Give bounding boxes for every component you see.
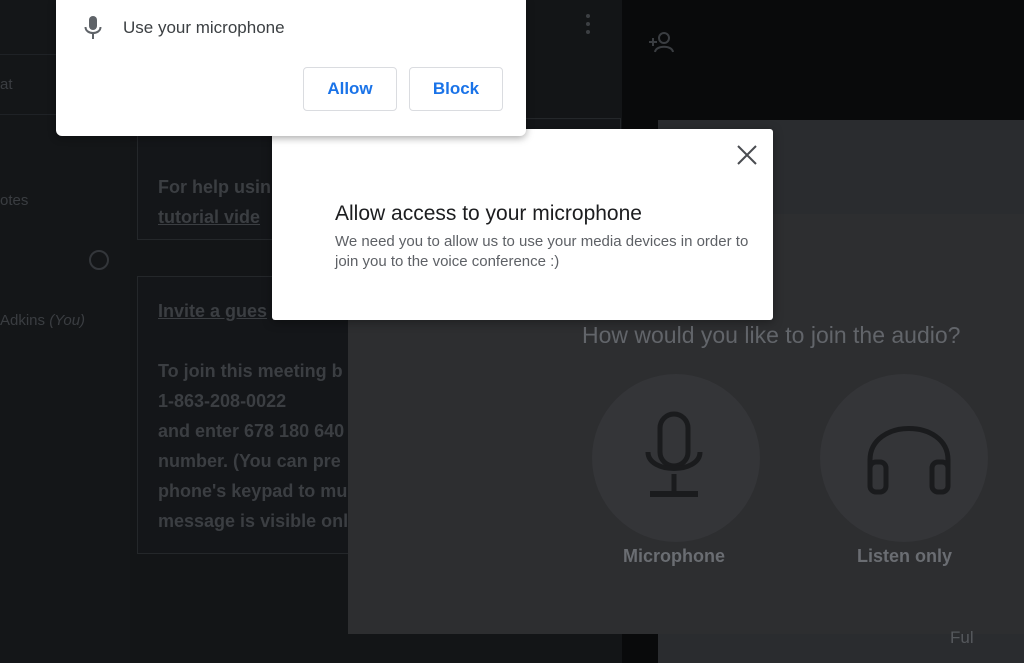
user-name: Adkins	[0, 312, 46, 329]
join-audio-title: How would you like to join the audio?	[582, 322, 961, 348]
listen-only-option-label[interactable]: Listen only	[857, 546, 952, 567]
chat-nav-item[interactable]: at	[0, 76, 13, 93]
welcome-line: For help usin	[158, 177, 272, 197]
microphone-permission-modal: Allow access to your microphone We need …	[272, 129, 773, 320]
allow-button[interactable]: Allow	[303, 67, 397, 111]
notes-nav-item[interactable]: otes	[0, 192, 28, 209]
invite-line: message is visible onl	[158, 511, 349, 531]
invite-line: phone's keypad to mu	[158, 481, 348, 501]
user-you-tag: (You)	[49, 312, 86, 329]
fullscreen-hint-text: Ful	[950, 628, 974, 647]
invite-line: To join this meeting b	[158, 361, 343, 381]
microphone-icon	[645, 411, 703, 497]
permission-modal-title: Allow access to your microphone	[335, 202, 642, 225]
tutorial-video-link[interactable]: tutorial vide	[158, 207, 260, 228]
microphone-icon	[84, 16, 102, 39]
microphone-option-button[interactable]	[592, 374, 760, 542]
settings-icon[interactable]	[89, 250, 109, 270]
permission-request-text: Use your microphone	[123, 18, 285, 37]
block-button[interactable]: Block	[409, 67, 503, 111]
invite-guest-link[interactable]: Invite a gues	[158, 301, 267, 322]
user-list-item[interactable]: Adkins (You)	[0, 312, 85, 329]
invite-line: and enter 678 180 640	[158, 421, 345, 441]
microphone-option-label[interactable]: Microphone	[623, 546, 725, 567]
listen-only-option-button[interactable]	[820, 374, 988, 542]
invite-line: 1-863-208-0022	[158, 391, 287, 411]
headphones-icon	[867, 426, 951, 495]
close-icon[interactable]	[735, 143, 759, 167]
more-options-icon[interactable]	[586, 14, 592, 38]
add-user-icon[interactable]	[648, 30, 676, 54]
invite-line: number. (You can pre	[158, 451, 341, 471]
permission-modal-description: We need you to allow us to use your medi…	[335, 233, 749, 270]
browser-permission-prompt: Use your microphone Allow Block	[56, 0, 526, 136]
